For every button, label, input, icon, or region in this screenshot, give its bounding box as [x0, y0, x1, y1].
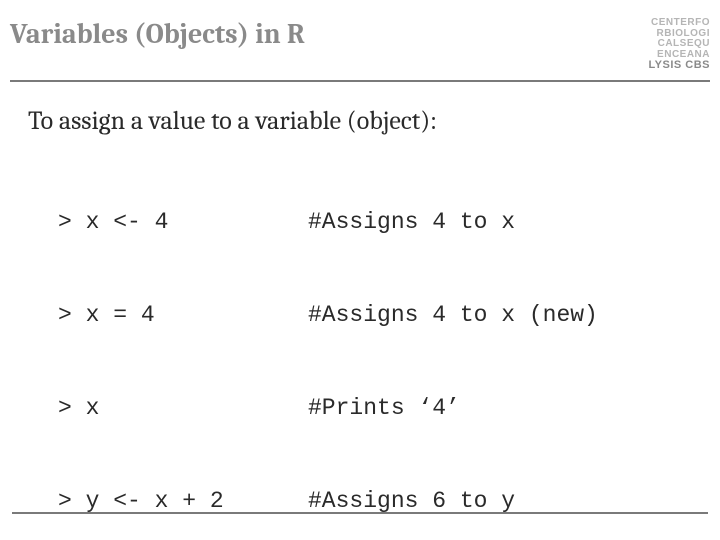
- body: To assign a value to a variable (object)…: [10, 104, 710, 540]
- logo-text-cbs: LYSIS CBS: [648, 59, 710, 71]
- code-cmd: > x <- 4: [58, 207, 308, 238]
- code-line: > x = 4#Assigns 4 to x (new): [58, 300, 692, 331]
- logo-text: CENTERFO RBIOLOGI CALSEQU ENCEANA: [651, 17, 710, 60]
- code-line: > x#Prints ‘4’: [58, 393, 692, 424]
- code-comment: #Assigns 4 to x: [308, 207, 515, 238]
- code-line: > x <- 4#Assigns 4 to x: [58, 207, 692, 238]
- footer-divider: [12, 512, 708, 514]
- code-block: > x <- 4#Assigns 4 to x > x = 4#Assigns …: [28, 145, 692, 540]
- page-title: Variables (Objects) in R: [10, 18, 305, 50]
- org-logo: CENTERFO RBIOLOGI CALSEQU ENCEANA LYSIS …: [648, 18, 710, 72]
- intro-text: To assign a value to a variable (object)…: [28, 104, 692, 139]
- header: Variables (Objects) in R CENTERFO RBIOLO…: [10, 18, 710, 82]
- code-comment: #Assigns 4 to x (new): [308, 300, 598, 331]
- slide: Variables (Objects) in R CENTERFO RBIOLO…: [0, 0, 720, 540]
- code-cmd: > x: [58, 393, 308, 424]
- code-comment: #Prints ‘4’: [308, 393, 460, 424]
- code-cmd: > x = 4: [58, 300, 308, 331]
